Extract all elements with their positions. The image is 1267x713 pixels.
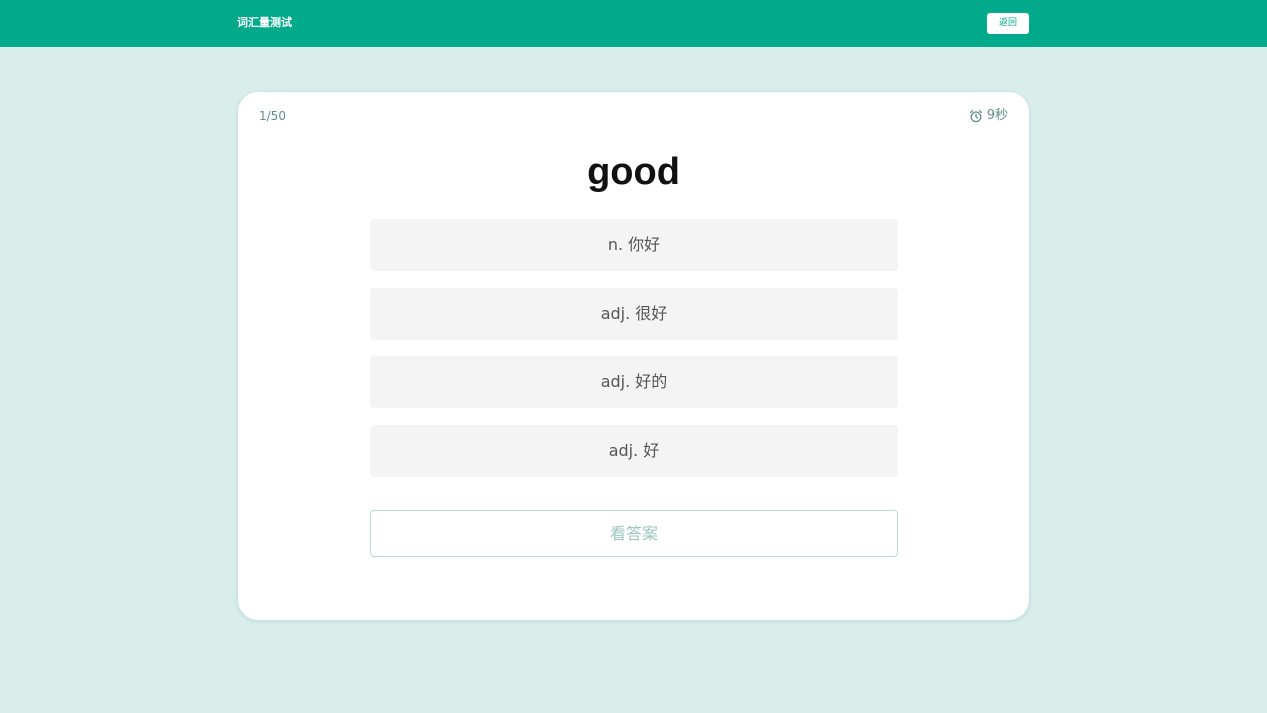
top-bar: 词汇量测试 返回 xyxy=(0,0,1267,47)
quiz-word: good xyxy=(587,151,680,193)
back-button[interactable]: 返回 xyxy=(987,13,1029,34)
answer-option[interactable]: adj. 好 xyxy=(370,425,898,477)
answer-option[interactable]: adj. 很好 xyxy=(370,288,898,340)
app-title: 词汇量测试 xyxy=(237,16,292,29)
quiz-card: 1/50 9秒 good n. 你好 adj. 很好 adj. 好的 adj. … xyxy=(238,92,1029,620)
timer-value: 9秒 xyxy=(986,108,1008,123)
answer-option[interactable]: n. 你好 xyxy=(370,219,898,271)
countdown-timer: 9秒 xyxy=(969,108,1008,124)
question-progress: 1/50 xyxy=(259,109,286,123)
alarm-clock-icon xyxy=(969,109,983,123)
show-answer-button[interactable]: 看答案 xyxy=(370,510,898,557)
answer-option[interactable]: adj. 好的 xyxy=(370,356,898,408)
